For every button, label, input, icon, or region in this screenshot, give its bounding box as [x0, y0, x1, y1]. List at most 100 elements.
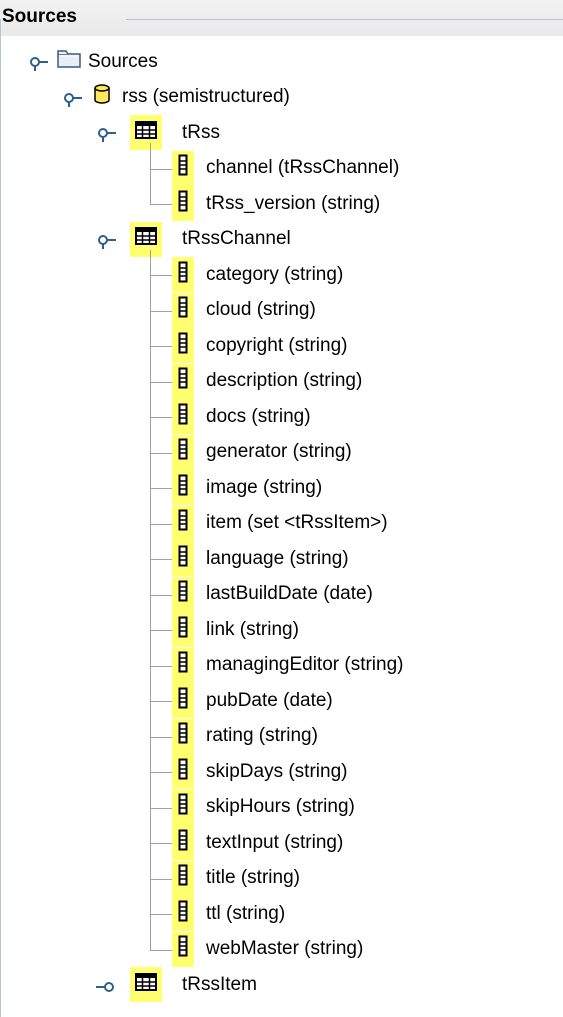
tree-node-column-label: webMaster (string) [206, 938, 364, 960]
highlight-box [172, 292, 194, 328]
highlight-box [172, 789, 194, 825]
tree-node-column[interactable]: image (string) [172, 470, 322, 506]
database-toggle[interactable] [62, 91, 82, 107]
tree-connector [150, 843, 172, 844]
tree-connector [150, 524, 172, 525]
tree-node-column-label: cloud (string) [206, 299, 316, 321]
tree-node-column[interactable]: category (string) [172, 257, 343, 293]
column-icon [178, 580, 188, 608]
table-icon [134, 120, 158, 146]
tree-connector [150, 701, 172, 702]
tree-node-column[interactable]: title (string) [172, 860, 300, 896]
column-icon [178, 367, 188, 395]
tree-node-column[interactable]: skipDays (string) [172, 754, 348, 790]
tree-node-column[interactable]: link (string) [172, 612, 299, 648]
column-icon [178, 935, 188, 963]
tree-node-column-label: description (string) [206, 370, 363, 392]
highlight-box [130, 967, 162, 1003]
tree-node-column[interactable]: pubDate (date) [172, 683, 333, 719]
tree-connector [150, 143, 151, 204]
tree-node-column[interactable]: description (string) [172, 363, 363, 399]
tree-node-column-label: ttl (string) [206, 902, 286, 924]
tree-connector [150, 737, 172, 738]
tree-connector [150, 453, 172, 454]
highlight-box [172, 718, 194, 754]
tree-node-rss-label: rss (semistructured) [122, 86, 290, 108]
tree-node-column[interactable]: generator (string) [172, 434, 352, 470]
highlight-box [172, 328, 194, 364]
highlight-box [172, 257, 194, 293]
tree-node-column[interactable]: item (set <tRssItem>) [172, 505, 388, 541]
column-icon [178, 722, 188, 750]
tree-node-sources[interactable]: Sources [56, 44, 158, 79]
highlight-box [172, 647, 194, 683]
table-toggle-2[interactable] [96, 978, 116, 992]
highlight-box [172, 683, 194, 719]
tree-connector [150, 382, 172, 383]
column-icon [178, 793, 188, 821]
tree-node-column[interactable]: rating (string) [172, 718, 318, 754]
column-icon [178, 296, 188, 324]
tree-node-column[interactable]: copyright (string) [172, 328, 348, 364]
tree-node-column[interactable]: webMaster (string) [172, 931, 364, 967]
column-icon [178, 403, 188, 431]
tree-connector [150, 879, 172, 880]
tree-node-column-label: pubDate (date) [206, 689, 333, 711]
highlight-box [172, 931, 194, 967]
highlight-box [172, 470, 194, 506]
tree-connector [150, 204, 172, 205]
tree-node-column-label: link (string) [206, 618, 299, 640]
tree-connector [150, 488, 172, 489]
tree-node-column[interactable]: textInput (string) [172, 825, 344, 861]
tree-connector [150, 311, 172, 312]
tree-connector [150, 808, 172, 809]
tree-connector [150, 914, 172, 915]
tree-node-table-1[interactable]: tRssChannel [130, 221, 291, 257]
tree-node-column-label: skipHours (string) [206, 796, 355, 818]
database-icon [92, 83, 112, 111]
tree-node-column-label: generator (string) [206, 441, 352, 463]
tree-node-column-label: title (string) [206, 867, 300, 889]
tree-node-column[interactable]: managingEditor (string) [172, 647, 404, 683]
highlight-box [172, 186, 194, 222]
highlight-box [172, 505, 194, 541]
tree-connector [150, 169, 172, 170]
tree-node-column[interactable]: channel (tRssChannel) [172, 150, 399, 186]
tree-node-column-label: managingEditor (string) [206, 654, 404, 676]
tree-node-column[interactable]: ttl (string) [172, 896, 286, 932]
table-toggle-1[interactable] [96, 233, 116, 249]
tree-node-column[interactable]: tRss_version (string) [172, 186, 381, 222]
tree-node-column[interactable]: cloud (string) [172, 292, 316, 328]
tree-node-column-label: tRss_version (string) [206, 192, 381, 214]
tree-connector [150, 559, 172, 560]
tree-node-column[interactable]: language (string) [172, 541, 349, 577]
tree-node-column-label: language (string) [206, 547, 349, 569]
tree-node-table-2[interactable]: tRssItem [130, 967, 257, 1003]
column-icon [178, 190, 188, 218]
highlight-box [172, 399, 194, 435]
highlight-box [130, 221, 162, 257]
sources-panel: Sources Sources rss (semistructured) tRss c… [0, 0, 563, 1017]
column-icon [178, 864, 188, 892]
tree-node-column[interactable]: lastBuildDate (date) [172, 576, 373, 612]
root-toggle[interactable] [28, 55, 48, 71]
folder-icon [56, 49, 82, 75]
column-icon [178, 900, 188, 928]
column-icon [178, 829, 188, 857]
tree-node-sources-label: Sources [88, 50, 158, 72]
tree-node-table-1-label: tRssChannel [182, 228, 291, 250]
tree-connector [150, 346, 172, 347]
tree-node-column-label: textInput (string) [206, 831, 344, 853]
column-icon [178, 616, 188, 644]
tree-node-table-0[interactable]: tRss [130, 115, 220, 151]
table-toggle-0[interactable] [96, 126, 116, 142]
column-icon [178, 509, 188, 537]
tree-node-rss[interactable]: rss (semistructured) [92, 80, 290, 115]
tree-node-column[interactable]: docs (string) [172, 399, 311, 435]
tree-node-column[interactable]: skipHours (string) [172, 789, 355, 825]
source-tree[interactable]: Sources rss (semistructured) tRss channel (… [0, 0, 563, 1017]
tree-connector [150, 666, 172, 667]
highlight-box [172, 434, 194, 470]
highlight-box [172, 541, 194, 577]
tree-node-column-label: skipDays (string) [206, 760, 348, 782]
